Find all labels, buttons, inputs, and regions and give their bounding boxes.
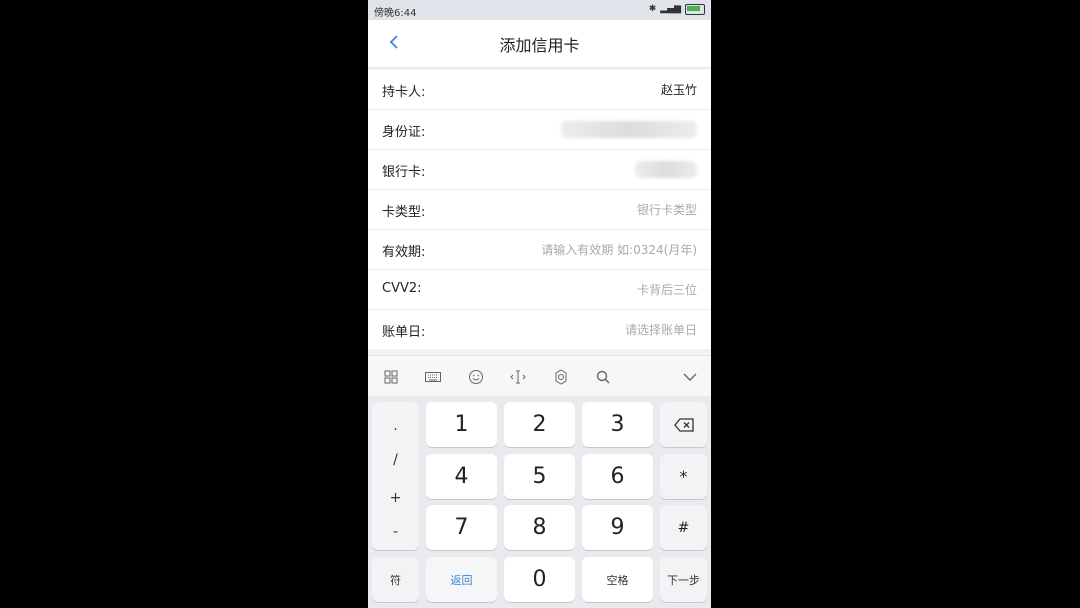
key-plus[interactable]: + [372, 490, 419, 506]
page-title: 添加信用卡 [499, 36, 580, 55]
search-icon [596, 370, 610, 384]
numeric-keyboard: . / + - 1 2 3 4 5 6 * 7 8 9 # 符 返回 0 空格 … [368, 396, 711, 608]
cursor-move-button[interactable] [507, 366, 529, 388]
return-key[interactable]: 返回 [426, 557, 497, 602]
id-label: 身份证: [382, 125, 426, 140]
collapse-keyboard-button[interactable] [679, 366, 701, 388]
card-type-label: 卡类型: [382, 205, 426, 220]
key-0[interactable]: 0 [504, 557, 575, 602]
smile-icon [469, 370, 483, 384]
key-star[interactable]: * [660, 454, 707, 499]
status-icons: ✱ ▂▄▆ [649, 3, 705, 15]
cursor-icon [510, 370, 526, 384]
nav-bar: 添加信用卡 [368, 20, 711, 68]
id-value-redacted [561, 121, 697, 138]
search-button[interactable] [592, 366, 614, 388]
card-number-label: 银行卡: [382, 165, 426, 180]
key-9[interactable]: 9 [582, 505, 653, 550]
key-1[interactable]: 1 [426, 402, 497, 447]
space-key[interactable]: 空格 [582, 557, 653, 602]
gear-icon [555, 369, 567, 385]
symbol-column[interactable]: . / + - [372, 402, 419, 550]
grid-menu-button[interactable] [380, 366, 402, 388]
key-dot[interactable]: . [372, 418, 419, 434]
symbols-key[interactable]: 符 [372, 557, 419, 602]
holder-label: 持卡人: [382, 85, 426, 100]
id-row: 身份证: [368, 110, 711, 150]
keyboard-icon [425, 372, 441, 382]
key-8[interactable]: 8 [504, 505, 575, 550]
bill-day-label: 账单日: [382, 325, 426, 340]
backspace-icon [673, 417, 694, 432]
card-type-input[interactable]: 银行卡类型 [637, 201, 697, 218]
key-minus[interactable]: - [372, 524, 419, 540]
keyboard-toolbar [368, 355, 711, 397]
bluetooth-icon: ✱ [648, 4, 657, 14]
emoji-button[interactable] [465, 366, 487, 388]
cvv-label: CVV2: [382, 281, 422, 296]
expiry-row: 有效期: 请输入有效期 如:0324(月年) [368, 230, 711, 270]
status-bar: 傍晚6:44 ✱ ▂▄▆ [368, 0, 711, 20]
phone-screen: 傍晚6:44 ✱ ▂▄▆ 添加信用卡 持卡人: 赵玉竹 身份证: 银行卡: 卡类… [368, 0, 711, 608]
card-number-row: 银行卡: [368, 150, 711, 190]
backspace-key[interactable] [660, 402, 707, 447]
battery-icon [685, 3, 705, 15]
keyboard-layout-button[interactable] [422, 366, 444, 388]
card-type-row[interactable]: 卡类型: 银行卡类型 [368, 190, 711, 230]
credit-card-form: 持卡人: 赵玉竹 身份证: 银行卡: 卡类型: 银行卡类型 有效期: 请输入有效… [368, 70, 711, 349]
key-6[interactable]: 6 [582, 454, 653, 499]
key-2[interactable]: 2 [504, 402, 575, 447]
expiry-input[interactable]: 请输入有效期 如:0324(月年) [541, 241, 697, 258]
grid-icon [384, 370, 398, 384]
key-3[interactable]: 3 [582, 402, 653, 447]
key-5[interactable]: 5 [504, 454, 575, 499]
card-number-redacted [635, 161, 697, 178]
key-slash[interactable]: / [372, 452, 419, 468]
cvv-row: CVV2: 卡背后三位 [368, 270, 711, 310]
bill-day-row[interactable]: 账单日: 请选择账单日 [368, 310, 711, 349]
cvv-input[interactable]: 卡背后三位 [637, 281, 697, 298]
key-7[interactable]: 7 [426, 505, 497, 550]
status-time: 傍晚6:44 [374, 8, 417, 19]
settings-button[interactable] [550, 366, 572, 388]
signal-icon: ▂▄▆ [660, 4, 681, 14]
key-4[interactable]: 4 [426, 454, 497, 499]
next-step-key[interactable]: 下一步 [660, 557, 707, 602]
chevron-down-icon [683, 373, 697, 381]
bill-day-select[interactable]: 请选择账单日 [625, 321, 697, 338]
holder-value: 赵玉竹 [660, 83, 697, 97]
key-hash[interactable]: # [660, 505, 707, 550]
expiry-label: 有效期: [382, 245, 426, 260]
holder-row: 持卡人: 赵玉竹 [368, 70, 711, 110]
